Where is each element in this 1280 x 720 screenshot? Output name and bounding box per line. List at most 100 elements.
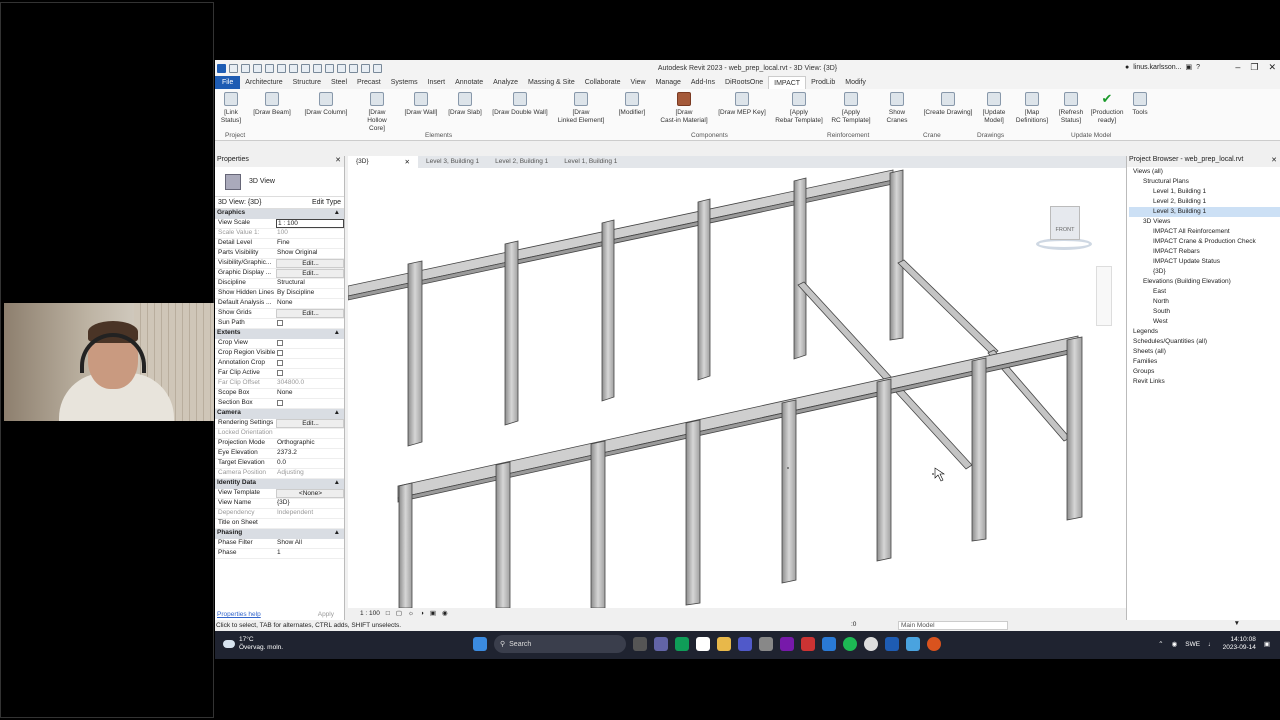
cart-icon[interactable]: ▣ <box>1185 63 1192 71</box>
language-indicator[interactable]: SWE <box>1185 641 1200 648</box>
close-icon[interactable]: ✕ <box>1271 156 1277 167</box>
chrome-icon[interactable] <box>864 637 878 651</box>
crop-icon[interactable]: ▣ <box>430 609 436 617</box>
browser-item[interactable]: IMPACT All Reinforcement <box>1129 227 1280 237</box>
browser-item[interactable]: North <box>1129 297 1280 307</box>
revit-icon[interactable] <box>885 637 899 651</box>
ribbon-button-modifier[interactable]: [Modifier] <box>609 89 655 140</box>
browser-item[interactable]: Views (all) <box>1129 167 1280 177</box>
tab-structure[interactable]: Structure <box>288 76 326 89</box>
checkbox[interactable] <box>277 360 283 366</box>
ribbon-button-column[interactable]: [Draw Column] <box>297 89 355 140</box>
property-value[interactable]: Edit... <box>276 269 344 278</box>
property-value[interactable]: Structural <box>276 279 344 288</box>
property-value[interactable]: 2373.2 <box>276 449 344 458</box>
settings-icon[interactable] <box>759 637 773 651</box>
browser-item[interactable]: Elevations (Building Elevation) <box>1129 277 1280 287</box>
browser-item[interactable]: IMPACT Update Status <box>1129 257 1280 267</box>
checkbox[interactable] <box>277 400 283 406</box>
property-value[interactable] <box>276 369 344 378</box>
notification-icon[interactable]: ▣ <box>1264 640 1270 648</box>
detail-level-icon[interactable]: □ <box>386 610 390 617</box>
property-value[interactable]: Show Original <box>276 249 344 258</box>
ribbon-button-doublewall[interactable]: [Draw Double Wall] <box>487 89 553 140</box>
app-icon[interactable] <box>822 637 836 651</box>
close-icon[interactable]: ✕ <box>405 158 410 166</box>
ribbon-button-beam[interactable]: [Draw Beam] <box>247 89 297 140</box>
section-identity-data[interactable]: Identity Data ▲ <box>215 479 344 489</box>
tab-annotate[interactable]: Annotate <box>450 76 488 89</box>
tab-view[interactable]: View <box>626 76 651 89</box>
tab-dirootsone[interactable]: DiRootsOne <box>720 76 768 89</box>
shadows-icon[interactable]: ◑ <box>420 610 424 617</box>
section-graphics[interactable]: Graphics ▲ <box>215 209 344 219</box>
app-icon[interactable] <box>927 637 941 651</box>
property-value[interactable] <box>276 399 344 408</box>
ribbon-button-hollowcore[interactable]: [Draw Hollow Core] <box>355 89 399 140</box>
tab-collaborate[interactable]: Collaborate <box>580 76 626 89</box>
view-tab[interactable]: Level 2, Building 1 <box>487 156 556 168</box>
property-value[interactable]: None <box>276 299 344 308</box>
property-value[interactable]: Edit... <box>276 259 344 268</box>
checkbox[interactable] <box>277 320 283 326</box>
viewcube-face[interactable]: FRONT <box>1050 206 1080 240</box>
tab-architecture[interactable]: Architecture <box>240 76 287 89</box>
property-value[interactable] <box>276 339 344 348</box>
close-icon[interactable]: ✕ <box>1268 62 1276 73</box>
property-value[interactable]: <None> <box>276 489 344 498</box>
browser-item[interactable]: IMPACT Rebars <box>1129 247 1280 257</box>
tab-file[interactable]: File <box>215 76 241 89</box>
browser-item[interactable]: 3D Views <box>1129 217 1280 227</box>
app-icon[interactable] <box>801 637 815 651</box>
browser-item[interactable]: Structural Plans <box>1129 177 1280 187</box>
file-explorer-icon[interactable] <box>717 637 731 651</box>
collapse-icon[interactable]: ▲ <box>334 529 340 539</box>
app-icon[interactable] <box>696 637 710 651</box>
property-value[interactable]: Show All <box>276 539 344 548</box>
collapse-icon[interactable]: ▲ <box>334 479 340 489</box>
help-icon[interactable]: ? <box>1196 64 1200 71</box>
ribbon-button-info[interactable]: Tools <box>1125 89 1155 140</box>
browser-item[interactable]: Groups <box>1129 367 1280 377</box>
section-phasing[interactable]: Phasing ▲ <box>215 529 344 539</box>
property-value[interactable]: Edit... <box>276 419 344 428</box>
property-value[interactable]: By Discipline <box>276 289 344 298</box>
checkbox[interactable] <box>277 370 283 376</box>
tab-analyze[interactable]: Analyze <box>488 76 523 89</box>
tab-systems[interactable]: Systems <box>386 76 423 89</box>
app-icon[interactable] <box>906 637 920 651</box>
onenote-icon[interactable] <box>780 637 794 651</box>
instance-selector[interactable]: 3D View: {3D} <box>218 199 261 206</box>
browser-item[interactable]: Legends <box>1129 327 1280 337</box>
browser-item[interactable]: Level 1, Building 1 <box>1129 187 1280 197</box>
property-value[interactable] <box>276 359 344 368</box>
browser-item[interactable]: West <box>1129 317 1280 327</box>
view-tab[interactable]: Level 3, Building 1 <box>418 156 487 168</box>
property-value[interactable]: None <box>276 389 344 398</box>
browser-item[interactable]: {3D} <box>1129 267 1280 277</box>
collapse-icon[interactable]: ▲ <box>334 329 340 339</box>
teams-icon[interactable] <box>654 637 668 651</box>
property-value[interactable]: 1 <box>276 549 344 558</box>
browser-item[interactable]: IMPACT Crane & Production Check <box>1129 237 1280 247</box>
collapse-icon[interactable]: ▲ <box>334 209 340 219</box>
browser-item[interactable]: Level 3, Building 1 <box>1129 207 1280 217</box>
edge-icon[interactable] <box>675 637 689 651</box>
teams-work-icon[interactable] <box>738 637 752 651</box>
view-tab[interactable]: Level 1, Building 1 <box>556 156 625 168</box>
tab-add-ins[interactable]: Add-Ins <box>686 76 720 89</box>
restore-icon[interactable]: ❐ <box>1250 62 1258 73</box>
view-tab[interactable]: {3D} ✕ <box>348 156 418 168</box>
close-icon[interactable]: ✕ <box>335 156 341 167</box>
property-value[interactable]: 0.0 <box>276 459 344 468</box>
browser-item[interactable]: Level 2, Building 1 <box>1129 197 1280 207</box>
volume-icon[interactable]: ♩ <box>1208 641 1215 648</box>
property-value[interactable] <box>276 349 344 358</box>
clock[interactable]: 14:10:08 2023-09-14 <box>1223 636 1256 652</box>
chevron-up-icon[interactable]: ⌃ <box>1158 640 1163 648</box>
3d-viewport[interactable]: FRONT <box>348 168 1126 608</box>
start-icon[interactable] <box>473 637 487 651</box>
browser-item[interactable]: Sheets (all) <box>1129 347 1280 357</box>
filter-icon[interactable]: ▼ <box>1234 620 1240 627</box>
browser-item[interactable]: South <box>1129 307 1280 317</box>
